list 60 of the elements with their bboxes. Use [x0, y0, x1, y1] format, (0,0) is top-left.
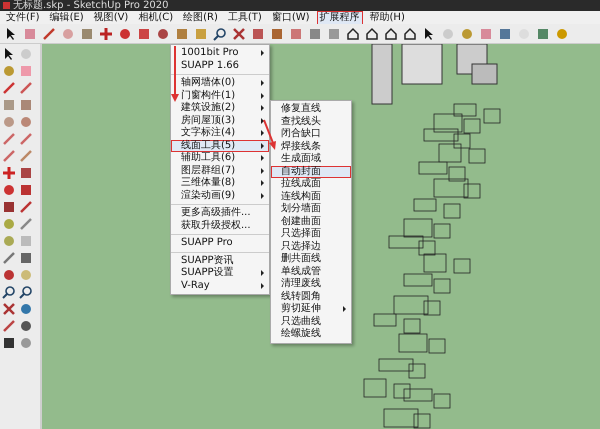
menu-item[interactable]: 轴网墙体(0) — [171, 77, 269, 90]
menu-item[interactable]: 线转圆角 — [271, 290, 351, 303]
menu-item[interactable]: 文件(F) — [3, 10, 43, 24]
menu-item[interactable]: 只选择面 — [271, 228, 351, 240]
menu-item[interactable]: 编辑(E) — [46, 10, 87, 24]
menu-item[interactable]: 删共面线 — [271, 253, 351, 266]
close-icon[interactable] — [2, 302, 16, 316]
menu-item[interactable]: SUAPP设置 — [171, 267, 269, 280]
menu-item[interactable]: 房间屋顶(3) — [171, 114, 269, 127]
menu-item[interactable]: 只选择边 — [271, 240, 351, 253]
menu-item[interactable]: 三维体量(8) — [171, 177, 269, 190]
menu-item[interactable]: 窗口(W) — [268, 10, 313, 24]
menu-item[interactable]: 建筑设施(2) — [171, 102, 269, 114]
menu-item[interactable]: 自动封面 — [271, 166, 351, 178]
menu-item[interactable]: 更多高级插件... — [171, 207, 269, 220]
menu-item[interactable]: 查找线头 — [271, 116, 351, 128]
app-logo-icon — [3, 2, 10, 9]
menu-item[interactable]: 视图(V) — [90, 10, 132, 24]
close-icon[interactable] — [232, 26, 246, 40]
menu-item[interactable]: 扩展程序 — [316, 10, 363, 24]
menu-item[interactable]: 清理废线 — [271, 278, 351, 290]
menu-item[interactable]: 焊接线条 — [271, 140, 351, 153]
menu-item[interactable]: 获取升级授权... — [171, 220, 269, 232]
menu-item[interactable]: 图层群组(7) — [171, 164, 269, 177]
house-icon[interactable] — [365, 26, 379, 40]
menu-item[interactable]: 文字标注(4) — [171, 127, 269, 140]
menu-item[interactable]: 闭合缺口 — [271, 128, 351, 140]
menu-item[interactable]: SUAPP 1.66 — [171, 60, 269, 72]
house-icon[interactable] — [403, 26, 417, 40]
house-icon[interactable] — [384, 26, 398, 40]
menu-item[interactable]: 拉线成面 — [271, 178, 351, 190]
search-icon[interactable] — [2, 285, 16, 299]
menu-item[interactable]: 相机(C) — [135, 10, 176, 24]
caret-icon — [343, 306, 346, 312]
menu-item[interactable]: 1001bit Pro — [171, 47, 269, 60]
menu-item[interactable]: 创建曲面 — [271, 216, 351, 228]
menu-item[interactable]: 单线成管 — [271, 266, 351, 278]
menu-item[interactable]: 划分墙面 — [271, 203, 351, 216]
menu-item[interactable]: 生成面域 — [271, 153, 351, 166]
window-title: 无标题.skp - SketchUp Pro 2020 — [13, 0, 169, 11]
annotation-arrow — [171, 46, 179, 102]
menu-item[interactable]: 门窗构件(1) — [171, 90, 269, 102]
menu-item[interactable]: 帮助(H) — [366, 10, 408, 24]
menu-item[interactable]: 连线构面 — [271, 190, 351, 203]
menu-item[interactable]: 辅助工具(6) — [171, 152, 269, 164]
menu-item[interactable]: 线面工具(5) — [171, 140, 269, 152]
menu-item[interactable]: 绘螺旋线 — [271, 328, 351, 340]
menu-item[interactable]: 渲染动画(9) — [171, 190, 269, 202]
menu-item[interactable]: V-Ray — [171, 280, 269, 292]
menu-item[interactable]: SUAPP Pro — [171, 237, 269, 250]
search-icon[interactable] — [213, 26, 227, 40]
menu-item[interactable]: 剪切延伸 — [271, 303, 351, 316]
house-icon[interactable] — [346, 26, 360, 40]
caret-icon — [261, 50, 264, 56]
menu-item[interactable]: SUAPP资讯 — [171, 254, 269, 267]
menu-item[interactable]: 只选曲线 — [271, 316, 351, 328]
annotation-arrow — [263, 120, 276, 150]
menu-item[interactable]: 工具(T) — [224, 10, 265, 24]
menu-item[interactable]: 绘图(R) — [180, 10, 221, 24]
menu-item[interactable]: 修复直线 — [271, 103, 351, 116]
